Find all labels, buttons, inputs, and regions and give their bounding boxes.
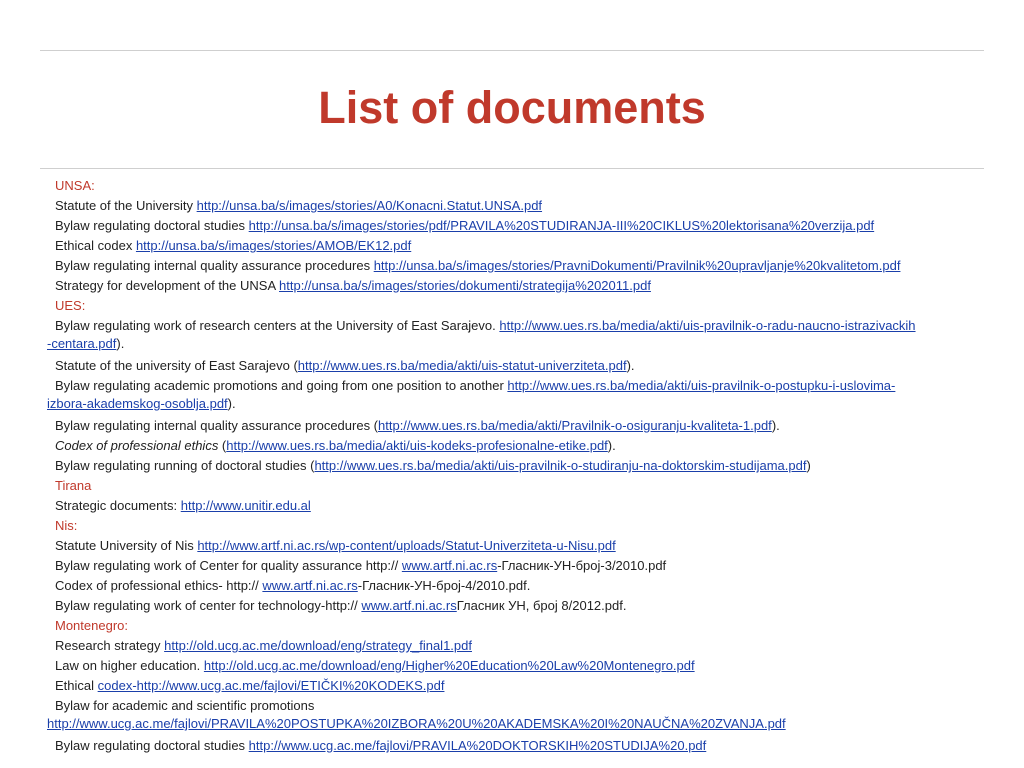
document-suffix: ). bbox=[607, 438, 616, 453]
document-suffix: -Гласник-УН-број-3/2010.pdf bbox=[497, 558, 667, 573]
document-link[interactable]: http://unsa.ba/s/images/stories/dokument… bbox=[279, 278, 651, 293]
section-heading: Nis: bbox=[55, 516, 987, 536]
section-heading: Montenegro: bbox=[55, 616, 987, 636]
section-heading-text: UNSA: bbox=[55, 178, 95, 193]
document-item: Statute of the University http://unsa.ba… bbox=[55, 196, 987, 216]
document-label: Bylaw regulating internal quality assura… bbox=[55, 258, 374, 273]
document-suffix: ) bbox=[806, 458, 811, 473]
document-link[interactable]: http://www.ues.rs.ba/media/akti/uis-stat… bbox=[298, 358, 627, 373]
document-link[interactable]: www.artf.ni.ac.rs bbox=[361, 598, 456, 613]
document-item: Codex of professional ethics (http://www… bbox=[55, 436, 987, 456]
document-item-continuation: http://www.ucg.ac.me/fajlovi/PRAVILA%20P… bbox=[47, 716, 987, 731]
document-item-continuation: izbora-akademskog-osoblja.pdf). bbox=[47, 396, 987, 411]
document-link[interactable]: www.artf.ni.ac.rs bbox=[262, 578, 357, 593]
document-suffix: ). bbox=[227, 396, 236, 411]
document-label: Law on higher education. bbox=[55, 658, 204, 673]
document-item: Ethical codex http://unsa.ba/s/images/st… bbox=[55, 236, 987, 256]
document-link[interactable]: http://unsa.ba/s/images/stories/PravniDo… bbox=[374, 258, 901, 273]
document-item: Bylaw regulating work of Center for qual… bbox=[55, 556, 987, 576]
document-item: Bylaw regulating doctoral studies http:/… bbox=[55, 736, 987, 756]
document-label: Bylaw regulating academic promotions and… bbox=[55, 378, 508, 393]
document-link[interactable]: http://www.artf.ni.ac.rs/wp-content/uplo… bbox=[197, 538, 615, 553]
document-link-continuation[interactable]: http://www.ucg.ac.me/fajlovi/PRAVILA%20P… bbox=[47, 716, 786, 731]
document-item: Codex of professional ethics- http:// ww… bbox=[55, 576, 987, 596]
document-link[interactable]: http://old.ucg.ac.me/download/eng/strate… bbox=[164, 638, 472, 653]
document-label: Bylaw regulating internal quality assura… bbox=[55, 418, 379, 433]
page-title: List of documents bbox=[318, 82, 706, 133]
document-link[interactable]: http://unsa.ba/s/images/stories/AMOB/EK1… bbox=[136, 238, 411, 253]
document-label: Bylaw regulating work of center for tech… bbox=[55, 598, 362, 613]
document-suffix: ). bbox=[626, 358, 635, 373]
document-link[interactable]: http://unsa.ba/s/images/stories/pdf/PRAV… bbox=[249, 218, 875, 233]
document-link[interactable]: http://www.unitir.edu.al bbox=[181, 498, 311, 513]
section-heading-text: Nis: bbox=[55, 518, 78, 533]
document-label: Strategic documents: bbox=[55, 498, 181, 513]
document-label: Codex of professional ethics- http:// bbox=[55, 578, 263, 593]
title-divider bbox=[40, 168, 984, 169]
document-link[interactable]: http://www.ues.rs.ba/media/akti/uis-prav… bbox=[507, 378, 895, 393]
document-item: Bylaw for academic and scientific promot… bbox=[47, 696, 987, 736]
document-label: Bylaw regulating running of doctoral stu… bbox=[55, 458, 315, 473]
document-suffix: Гласник УН, број 8/2012.pdf. bbox=[456, 598, 627, 613]
top-divider bbox=[40, 50, 984, 51]
document-suffix: -Гласник-УН-број-4/2010.pdf. bbox=[357, 578, 531, 593]
section-heading-text: Tirana bbox=[55, 478, 92, 493]
section-heading-text: UES: bbox=[55, 298, 86, 313]
document-link[interactable]: codex-http://www.ucg.ac.me/fajlovi/ETIČK… bbox=[98, 678, 445, 693]
document-label: Research strategy bbox=[55, 638, 165, 653]
document-suffix: ). bbox=[771, 418, 780, 433]
document-list: UNSA: Statute of the University http://un… bbox=[47, 176, 987, 756]
document-link[interactable]: http://old.ucg.ac.me/download/eng/Higher… bbox=[204, 658, 695, 673]
document-item: Strategic documents: http://www.unitir.e… bbox=[55, 496, 987, 516]
document-item: Bylaw regulating running of doctoral stu… bbox=[55, 456, 987, 476]
document-suffix: ). bbox=[116, 336, 125, 351]
document-item: Bylaw regulating work of research center… bbox=[47, 316, 987, 356]
document-link[interactable]: www.artf.ni.ac.rs bbox=[402, 558, 497, 573]
section-heading: Tirana bbox=[55, 476, 987, 496]
document-link[interactable]: http://www.ues.rs.ba/media/akti/uis-prav… bbox=[314, 458, 806, 473]
document-label: Bylaw regulating work of Center for qual… bbox=[55, 558, 402, 573]
document-label: Ethical codex bbox=[55, 238, 136, 253]
document-title-italic: Codex of professional ethics bbox=[55, 438, 219, 453]
document-item: Statute University of Nis http://www.art… bbox=[55, 536, 987, 556]
document-label: Statute of the university of East Saraje… bbox=[55, 358, 298, 373]
section-heading: UES: bbox=[55, 296, 987, 316]
document-link[interactable]: http://www.ues.rs.ba/media/akti/Pravilni… bbox=[378, 418, 772, 433]
document-item-continuation: -centara.pdf). bbox=[47, 336, 987, 351]
document-item: Strategy for development of the UNSA htt… bbox=[55, 276, 987, 296]
document-label: Statute University of Nis bbox=[55, 538, 198, 553]
document-label: Ethical bbox=[55, 678, 98, 693]
document-label: Bylaw regulating doctoral studies bbox=[55, 218, 249, 233]
document-label: Bylaw regulating work of research center… bbox=[55, 318, 500, 333]
document-item: Bylaw regulating work of center for tech… bbox=[55, 596, 987, 616]
document-item: Bylaw regulating doctoral studies http:/… bbox=[55, 216, 987, 236]
document-link-continuation[interactable]: izbora-akademskog-osoblja.pdf bbox=[47, 396, 228, 411]
document-link[interactable]: http://www.ues.rs.ba/media/akti/uis-kode… bbox=[226, 438, 608, 453]
document-item: Bylaw regulating internal quality assura… bbox=[55, 416, 987, 436]
document-item: Statute of the university of East Saraje… bbox=[55, 356, 987, 376]
document-item: Bylaw regulating academic promotions and… bbox=[47, 376, 987, 416]
document-item: Bylaw regulating internal quality assura… bbox=[55, 256, 987, 276]
document-link[interactable]: http://www.ues.rs.ba/media/akti/uis-prav… bbox=[499, 318, 915, 333]
document-label: Statute of the University bbox=[55, 198, 197, 213]
document-item: Research strategy http://old.ucg.ac.me/d… bbox=[55, 636, 987, 656]
document-label: Strategy for development of the UNSA bbox=[55, 278, 280, 293]
document-item: Ethical codex-http://www.ucg.ac.me/fajlo… bbox=[55, 676, 987, 696]
document-link[interactable]: http://unsa.ba/s/images/stories/A0/Konac… bbox=[197, 198, 542, 213]
document-label: Bylaw for academic and scientific promot… bbox=[55, 698, 315, 713]
document-item: Law on higher education. http://old.ucg.… bbox=[55, 656, 987, 676]
section-heading-text: Montenegro: bbox=[55, 618, 128, 633]
section-heading: UNSA: bbox=[55, 176, 987, 196]
document-label: Bylaw regulating doctoral studies bbox=[55, 738, 249, 753]
document-link-continuation[interactable]: -centara.pdf bbox=[47, 336, 116, 351]
document-link[interactable]: http://www.ucg.ac.me/fajlovi/PRAVILA%20D… bbox=[249, 738, 707, 753]
